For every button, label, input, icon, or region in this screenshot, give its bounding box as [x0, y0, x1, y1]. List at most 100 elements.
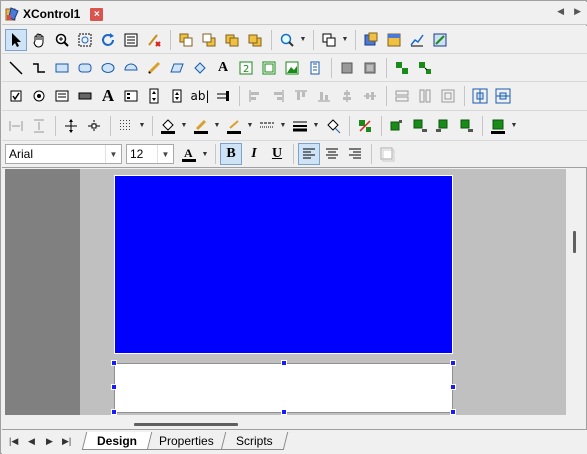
- font-size-select[interactable]: 12 ▼: [126, 144, 174, 164]
- line-style-icon[interactable]: [256, 115, 278, 137]
- design-canvas[interactable]: [5, 169, 583, 415]
- no-fill-icon[interactable]: [322, 115, 344, 137]
- rectangle-tool-icon[interactable]: [51, 57, 73, 79]
- static-text-icon[interactable]: A: [97, 85, 119, 107]
- groupbox-control-icon[interactable]: [51, 85, 73, 107]
- object-color-icon[interactable]: [487, 115, 509, 137]
- tab-scripts[interactable]: Scripts: [220, 432, 288, 450]
- polygon-tool-icon[interactable]: [166, 57, 188, 79]
- panel-control-icon[interactable]: [383, 29, 405, 51]
- horizontal-scroll-thumb[interactable]: [134, 423, 238, 426]
- align-center-v-icon[interactable]: [336, 85, 358, 107]
- group-icon[interactable]: [318, 29, 340, 51]
- chevron-down-icon[interactable]: ▼: [341, 29, 349, 51]
- same-width-icon[interactable]: [391, 85, 413, 107]
- vertical-scroll-thumb[interactable]: [573, 231, 576, 253]
- align-text-left-icon[interactable]: [298, 143, 320, 165]
- resize-handle-right[interactable]: [450, 384, 456, 390]
- align-grid-icon[interactable]: [336, 57, 358, 79]
- size-grid-icon[interactable]: [359, 57, 381, 79]
- spin-control-icon[interactable]: [143, 85, 165, 107]
- resize-handle-top-left[interactable]: [111, 360, 117, 366]
- design-page[interactable]: [80, 169, 565, 415]
- refresh-icon[interactable]: [97, 29, 119, 51]
- ellipse-tool-icon[interactable]: [97, 57, 119, 79]
- swap-colors-icon[interactable]: [354, 115, 376, 137]
- chevron-down-icon[interactable]: ▼: [201, 143, 209, 165]
- send-to-back-icon[interactable]: [198, 29, 220, 51]
- chevron-right-icon[interactable]: ▶: [574, 6, 581, 17]
- align-top-icon[interactable]: [290, 85, 312, 107]
- chart-control-icon[interactable]: [406, 29, 428, 51]
- pointer-tool-icon[interactable]: [5, 28, 27, 51]
- zoom-fit-icon[interactable]: [74, 29, 96, 51]
- align-center-h-icon[interactable]: [359, 85, 381, 107]
- resize-handle-bottom-right[interactable]: [450, 409, 456, 415]
- chevron-down-icon[interactable]: ▼: [138, 115, 146, 137]
- font-family-select[interactable]: Arial ▼: [5, 144, 122, 164]
- resize-handle-bottom-left[interactable]: [111, 409, 117, 415]
- vertical-scrollbar[interactable]: [566, 169, 583, 415]
- resize-handle-top-right[interactable]: [450, 360, 456, 366]
- chevron-down-icon[interactable]: ▼: [180, 115, 188, 137]
- chevron-down-icon[interactable]: ▼: [213, 115, 221, 137]
- hand-tool-icon[interactable]: [28, 29, 50, 51]
- highlight-color-icon[interactable]: [190, 115, 212, 137]
- text-tool-icon[interactable]: A: [212, 57, 234, 79]
- align-text-center-icon[interactable]: [321, 143, 343, 165]
- search-icon[interactable]: [276, 29, 298, 51]
- center-vertically-icon[interactable]: [492, 85, 514, 107]
- selected-white-control[interactable]: [114, 363, 453, 413]
- gauge-control-icon[interactable]: [429, 29, 451, 51]
- prev-tab-icon[interactable]: ◀: [28, 436, 35, 447]
- align-bottom-icon[interactable]: [313, 85, 335, 107]
- blue-panel-control[interactable]: [114, 175, 453, 354]
- zoom-tool-icon[interactable]: [51, 29, 73, 51]
- line-width-icon[interactable]: [289, 115, 311, 137]
- unlink-controls-icon[interactable]: [414, 57, 436, 79]
- label-tool-icon[interactable]: 2: [235, 57, 257, 79]
- bold-button[interactable]: B: [220, 143, 242, 165]
- line-color-icon[interactable]: [223, 115, 245, 137]
- center-horizontally-icon[interactable]: [469, 85, 491, 107]
- chevron-down-icon[interactable]: ▼: [312, 115, 320, 137]
- display-field-icon[interactable]: [258, 57, 280, 79]
- shadow-right-icon[interactable]: [455, 115, 477, 137]
- same-size-icon[interactable]: [437, 85, 459, 107]
- underline-button[interactable]: U: [266, 143, 288, 165]
- text-frame-icon[interactable]: [376, 143, 398, 165]
- updown-control-icon[interactable]: [166, 85, 188, 107]
- rounded-rect-tool-icon[interactable]: [74, 57, 96, 79]
- edit-control-icon[interactable]: ab|: [189, 85, 211, 107]
- align-left-icon[interactable]: [244, 85, 266, 107]
- properties-list-icon[interactable]: [120, 29, 142, 51]
- align-right-icon[interactable]: [267, 85, 289, 107]
- image-control-icon[interactable]: [360, 29, 382, 51]
- checkbox-control-icon[interactable]: [5, 85, 27, 107]
- shadow-icon[interactable]: [386, 115, 408, 137]
- arc-tool-icon[interactable]: [120, 57, 142, 79]
- document-tab[interactable]: XControl1 ×: [5, 4, 104, 24]
- radio-control-icon[interactable]: [28, 85, 50, 107]
- close-icon[interactable]: ×: [90, 7, 104, 21]
- tab-design[interactable]: Design: [81, 432, 153, 450]
- first-tab-icon[interactable]: |◀: [9, 436, 18, 447]
- fill-color-icon[interactable]: [157, 115, 179, 137]
- grid-icon[interactable]: [115, 115, 137, 137]
- button-control-icon[interactable]: [74, 85, 96, 107]
- next-tab-icon[interactable]: ▶: [46, 436, 53, 447]
- space-vertical-icon[interactable]: [28, 115, 50, 137]
- chevron-down-icon[interactable]: ▼: [279, 115, 287, 137]
- shadow-left-icon[interactable]: [432, 115, 454, 137]
- move-icon[interactable]: [60, 115, 82, 137]
- align-text-right-icon[interactable]: [344, 143, 366, 165]
- resize-handle-top[interactable]: [281, 360, 287, 366]
- chevron-down-icon[interactable]: ▼: [105, 145, 121, 163]
- scale-tool-icon[interactable]: [304, 57, 326, 79]
- pencil-tool-icon[interactable]: [143, 57, 165, 79]
- italic-button[interactable]: I: [243, 143, 265, 165]
- link-controls-icon[interactable]: [391, 57, 413, 79]
- polyline-tool-icon[interactable]: [28, 57, 50, 79]
- snap-icon[interactable]: [83, 115, 105, 137]
- clear-format-icon[interactable]: [143, 29, 165, 51]
